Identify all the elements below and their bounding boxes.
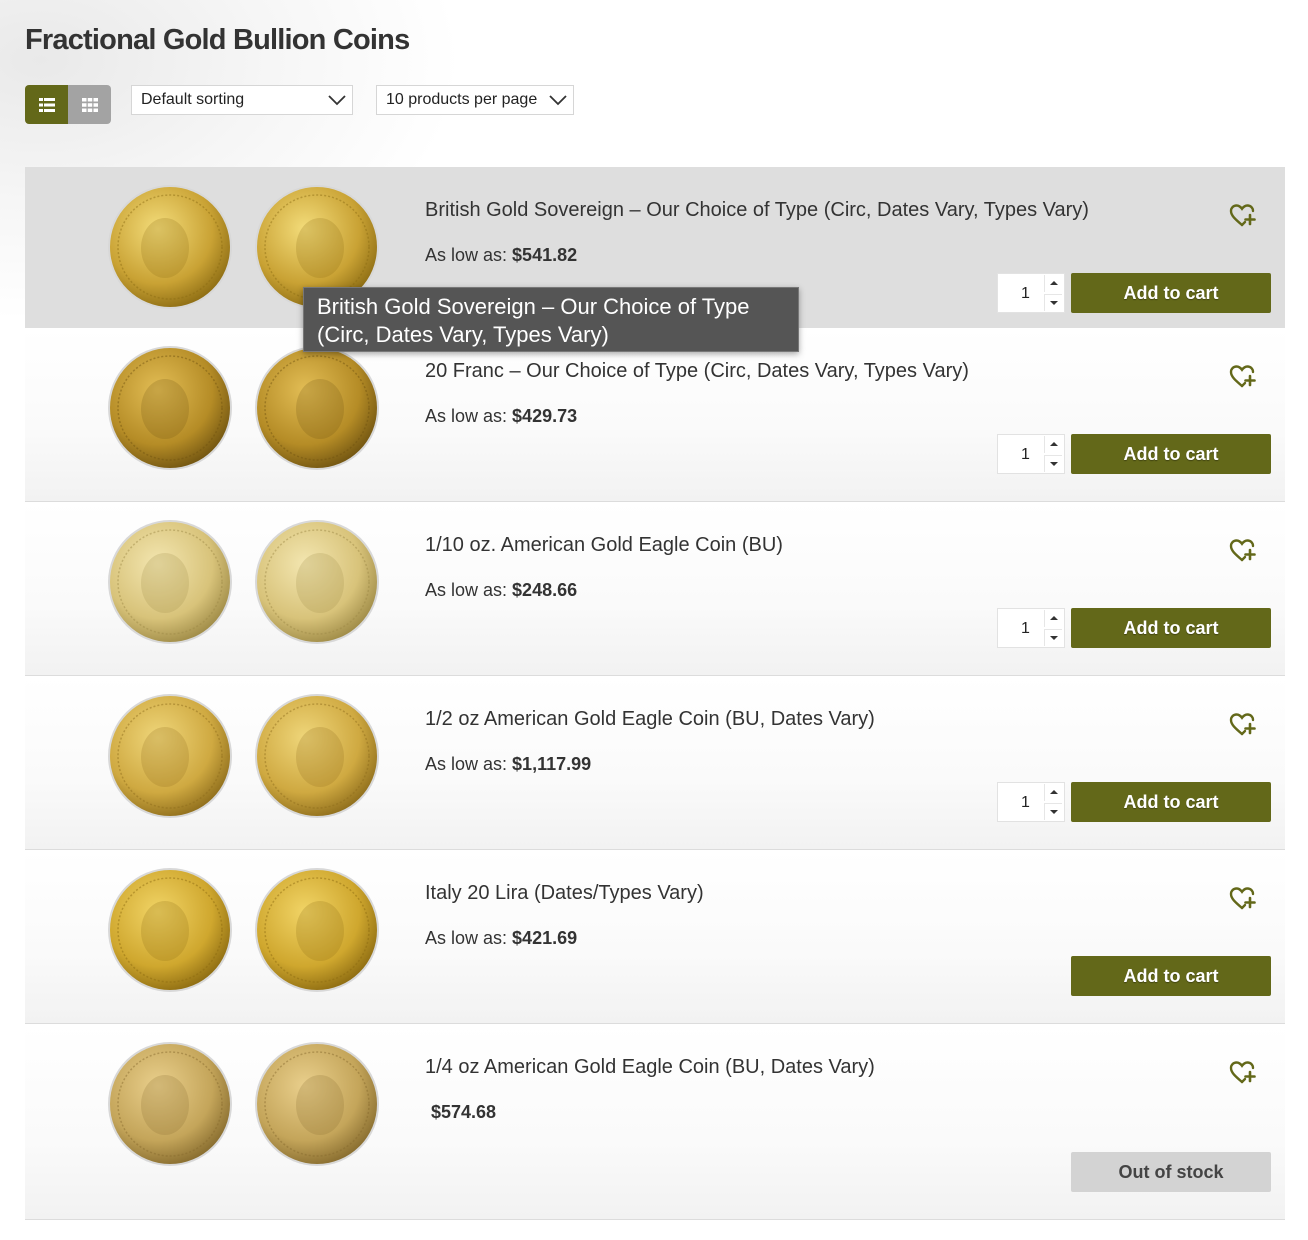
add-to-cart-button[interactable]: Add to cart	[1071, 782, 1271, 822]
quantity-decrease-button[interactable]	[1044, 455, 1062, 472]
quantity-stepper[interactable]: 1	[997, 434, 1065, 474]
grid-view-icon	[81, 97, 98, 112]
product-row: 1/2 oz American Gold Eagle Coin (BU, Dat…	[25, 676, 1285, 850]
product-row: 1/4 oz American Gold Eagle Coin (BU, Dat…	[25, 1024, 1285, 1220]
add-to-wishlist-button[interactable]	[1229, 712, 1257, 738]
product-name-link[interactable]: 1/2 oz American Gold Eagle Coin (BU, Dat…	[425, 708, 875, 731]
price-line: As low as: $421.69	[425, 928, 577, 949]
add-to-wishlist-button[interactable]	[1229, 203, 1257, 229]
product-image-obverse[interactable]	[107, 867, 233, 993]
sorting-select-value: Default sorting	[141, 91, 245, 108]
quantity-increase-button[interactable]	[1044, 784, 1062, 801]
list-view-button[interactable]	[25, 85, 68, 124]
quantity-stepper[interactable]: 1	[997, 782, 1065, 822]
product-name-link[interactable]: 20 Franc – Our Choice of Type (Circ, Dat…	[425, 360, 969, 383]
chevron-down-icon	[1045, 809, 1062, 815]
quantity-decrease-button[interactable]	[1044, 803, 1062, 820]
product-image-obverse[interactable]	[107, 184, 233, 310]
quantity-stepper[interactable]: 1	[997, 273, 1065, 313]
price-line: As low as: $541.82	[425, 245, 577, 266]
per-page-select[interactable]: 10 products per page	[376, 85, 574, 115]
add-to-cart-button[interactable]: Add to cart	[1071, 273, 1271, 313]
chevron-up-icon	[1045, 615, 1062, 621]
add-to-wishlist-button[interactable]	[1229, 886, 1257, 912]
price-label: As low as:	[425, 928, 508, 948]
chevron-down-icon	[1045, 635, 1062, 641]
list-view-icon	[38, 97, 55, 112]
price-line: As low as: $429.73	[425, 406, 577, 427]
chevron-down-icon	[1045, 461, 1062, 467]
product-image-obverse[interactable]	[107, 345, 233, 471]
price-line: As low as: $248.66	[425, 580, 577, 601]
heart-plus-icon	[1229, 1061, 1257, 1090]
add-to-wishlist-button[interactable]	[1229, 1060, 1257, 1086]
add-to-cart-button[interactable]: Add to cart	[1071, 434, 1271, 474]
product-row: Italy 20 Lira (Dates/Types Vary) As low a…	[25, 850, 1285, 1024]
product-image-obverse[interactable]	[107, 693, 233, 819]
price-value: $541.82	[512, 245, 578, 265]
product-image-obverse[interactable]	[107, 1041, 233, 1167]
price-label: As low as:	[425, 406, 508, 426]
heart-plus-icon	[1229, 365, 1257, 394]
quantity-increase-button[interactable]	[1044, 275, 1062, 292]
quantity-value[interactable]: 1	[1021, 285, 1030, 303]
price-label: As low as:	[425, 245, 508, 265]
quantity-stepper[interactable]: 1	[997, 608, 1065, 648]
chevron-up-icon	[1045, 441, 1062, 447]
view-toggle	[25, 85, 111, 124]
product-image-reverse[interactable]	[254, 693, 380, 819]
chevron-up-icon	[1045, 789, 1062, 795]
per-page-select-value: 10 products per page	[386, 91, 538, 108]
heart-plus-icon	[1229, 713, 1257, 742]
page-title: Fractional Gold Bullion Coins	[25, 24, 410, 56]
chevron-up-icon	[1045, 280, 1062, 286]
price-label: As low as:	[425, 754, 508, 774]
product-image-reverse[interactable]	[254, 519, 380, 645]
product-image-obverse[interactable]	[107, 519, 233, 645]
add-to-cart-button[interactable]: Add to cart	[1071, 956, 1271, 996]
heart-plus-icon	[1229, 204, 1257, 233]
heart-plus-icon	[1229, 887, 1257, 916]
product-image-reverse[interactable]	[254, 867, 380, 993]
price-value: $421.69	[512, 928, 578, 948]
price-value: $429.73	[512, 406, 578, 426]
price-label: As low as:	[425, 580, 508, 600]
price-value: $1,117.99	[512, 754, 592, 774]
add-to-wishlist-button[interactable]	[1229, 364, 1257, 390]
heart-plus-icon	[1229, 539, 1257, 568]
quantity-increase-button[interactable]	[1044, 436, 1062, 453]
product-name-link[interactable]: British Gold Sovereign – Our Choice of T…	[425, 199, 1089, 222]
product-image-reverse[interactable]	[254, 1041, 380, 1167]
quantity-value[interactable]: 1	[1021, 794, 1030, 812]
chevron-down-icon	[328, 92, 346, 113]
chevron-down-icon	[549, 92, 567, 113]
product-name-link[interactable]: 1/10 oz. American Gold Eagle Coin (BU)	[425, 534, 783, 557]
sorting-select[interactable]: Default sorting	[131, 85, 353, 115]
price-value: $574.68	[431, 1102, 497, 1122]
price-line: As low as: $1,117.99	[425, 754, 591, 775]
quantity-decrease-button[interactable]	[1044, 629, 1062, 646]
product-name-link[interactable]: Italy 20 Lira (Dates/Types Vary)	[425, 882, 704, 905]
grid-view-button[interactable]	[68, 85, 111, 124]
product-name-tooltip: British Gold Sovereign – Our Choice of T…	[303, 287, 799, 352]
quantity-decrease-button[interactable]	[1044, 294, 1062, 311]
add-to-cart-button[interactable]: Add to cart	[1071, 608, 1271, 648]
product-row: 20 Franc – Our Choice of Type (Circ, Dat…	[25, 328, 1285, 502]
product-name-link[interactable]: 1/4 oz American Gold Eagle Coin (BU, Dat…	[425, 1056, 875, 1079]
out-of-stock-button: Out of stock	[1071, 1152, 1271, 1192]
price-value: $248.66	[512, 580, 578, 600]
add-to-wishlist-button[interactable]	[1229, 538, 1257, 564]
quantity-increase-button[interactable]	[1044, 610, 1062, 627]
chevron-down-icon	[1045, 300, 1062, 306]
quantity-value[interactable]: 1	[1021, 446, 1030, 464]
quantity-value[interactable]: 1	[1021, 620, 1030, 638]
product-row: 1/10 oz. American Gold Eagle Coin (BU) As…	[25, 502, 1285, 676]
product-image-reverse[interactable]	[254, 345, 380, 471]
